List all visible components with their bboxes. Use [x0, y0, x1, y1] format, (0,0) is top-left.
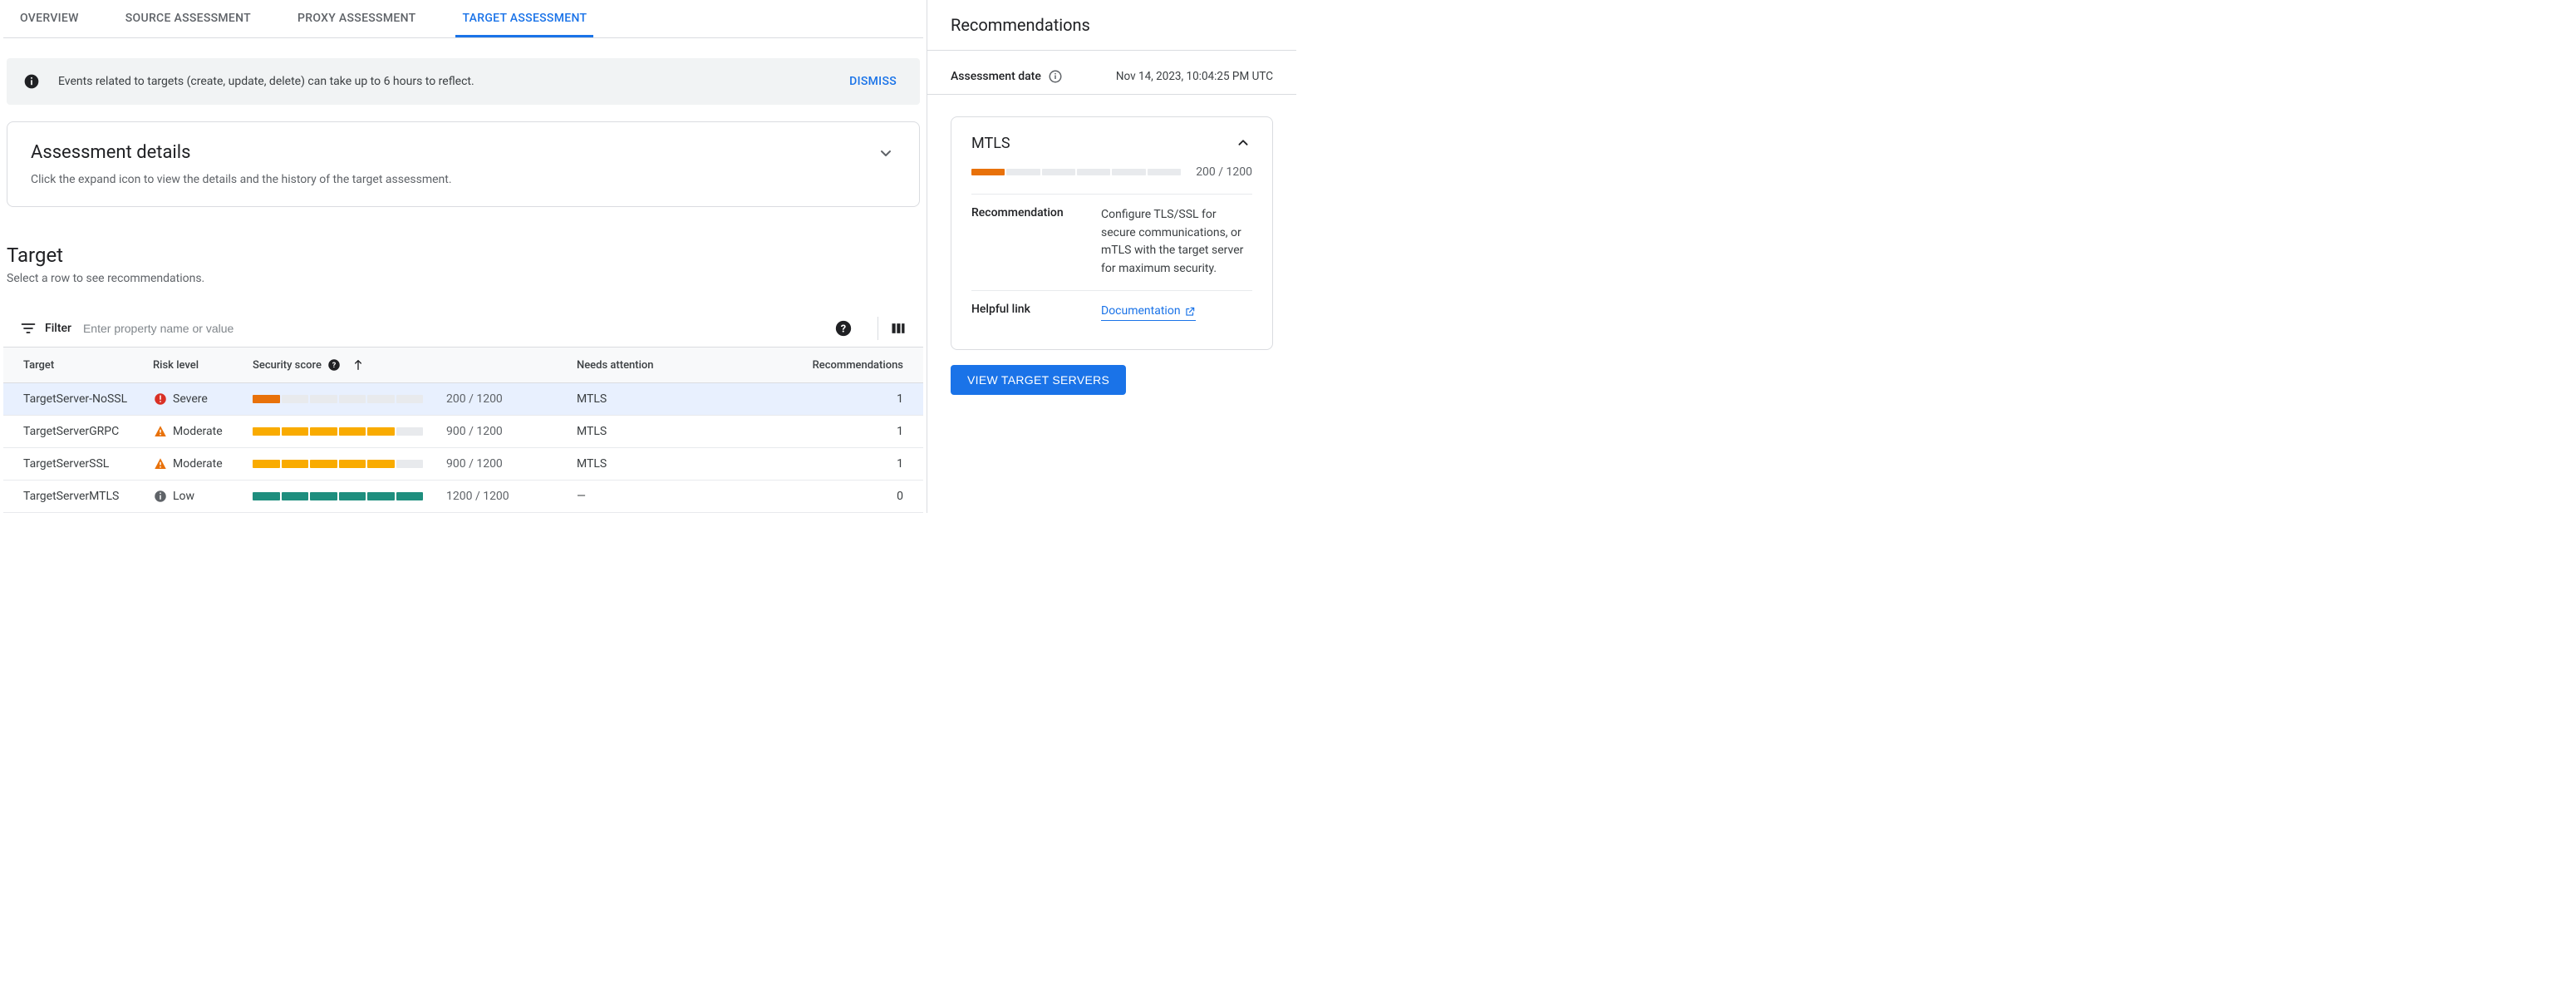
- score-bar: [253, 427, 423, 436]
- table-row[interactable]: TargetServerGRPCModerate900 / 1200MTLS1: [3, 416, 923, 448]
- th-risk[interactable]: Risk level: [146, 348, 246, 383]
- target-table: Target Risk level Security score ? Needs…: [3, 348, 923, 513]
- assessment-date-label: Assessment date: [951, 70, 1041, 83]
- svg-text:?: ?: [841, 323, 846, 336]
- assessment-details-title: Assessment details: [31, 142, 191, 163]
- tab-bar: OVERVIEW SOURCE ASSESSMENT PROXY ASSESSMEN…: [3, 0, 923, 38]
- collapse-icon[interactable]: [1234, 134, 1252, 152]
- th-score[interactable]: Security score ?: [246, 348, 570, 383]
- cell-recommendations: 0: [778, 481, 923, 513]
- tab-source-assessment[interactable]: SOURCE ASSESSMENT: [119, 0, 258, 37]
- table-row[interactable]: TargetServerSSLModerate900 / 1200MTLS1: [3, 448, 923, 481]
- external-link-icon: [1184, 306, 1196, 318]
- target-subtitle: Select a row to see recommendations.: [7, 272, 920, 285]
- card-score-text: 200 / 1200: [1196, 165, 1252, 179]
- tab-overview[interactable]: OVERVIEW: [13, 0, 86, 37]
- cell-target: TargetServerGRPC: [3, 416, 146, 448]
- info-icon: [23, 73, 40, 90]
- cell-score: 1200 / 1200: [246, 481, 570, 513]
- moderate-icon: [153, 456, 168, 471]
- cell-risk: Low: [146, 481, 246, 513]
- th-target[interactable]: Target: [3, 348, 146, 383]
- cell-recommendations: 1: [778, 416, 923, 448]
- info-icon[interactable]: [1048, 69, 1063, 84]
- banner-text: Events related to targets (create, updat…: [58, 75, 843, 88]
- tab-target-assessment[interactable]: TARGET ASSESSMENT: [455, 0, 593, 37]
- filter-icon: [20, 320, 37, 337]
- score-bar: [971, 169, 1181, 175]
- score-bar: [253, 460, 423, 468]
- cell-risk: Severe: [146, 383, 246, 416]
- cell-score: 900 / 1200: [246, 416, 570, 448]
- cell-needs: MTLS: [570, 416, 778, 448]
- assessment-details-subtitle: Click the expand icon to view the detail…: [31, 173, 896, 186]
- cell-target: TargetServerMTLS: [3, 481, 146, 513]
- score-bar: [253, 395, 423, 403]
- columns-icon[interactable]: [890, 320, 907, 337]
- score-bar: [253, 492, 423, 500]
- cell-needs: —: [570, 481, 778, 513]
- help-icon[interactable]: ?: [327, 357, 342, 372]
- recommendation-card-title: MTLS: [971, 135, 1010, 152]
- recommendations-heading: Recommendations: [927, 0, 1296, 51]
- moderate-icon: [153, 424, 168, 439]
- cell-risk: Moderate: [146, 448, 246, 481]
- cell-target: TargetServerSSL: [3, 448, 146, 481]
- assessment-date-value: Nov 14, 2023, 10:04:25 PM UTC: [1116, 70, 1273, 83]
- view-target-servers-button[interactable]: VIEW TARGET SERVERS: [951, 365, 1126, 395]
- filter-input[interactable]: [83, 322, 834, 335]
- cell-recommendations: 1: [778, 383, 923, 416]
- recommendation-card: MTLS 200 / 1200 Recommendation Configure…: [951, 116, 1273, 350]
- dismiss-button[interactable]: DISMISS: [843, 71, 903, 91]
- documentation-link[interactable]: Documentation: [1101, 303, 1196, 322]
- th-rec[interactable]: Recommendations: [778, 348, 923, 383]
- recommendation-text: Configure TLS/SSL for secure communicati…: [1101, 206, 1252, 279]
- cell-needs: MTLS: [570, 448, 778, 481]
- tab-proxy-assessment[interactable]: PROXY ASSESSMENT: [291, 0, 422, 37]
- recommendation-label: Recommendation: [971, 206, 1088, 279]
- sort-ascending-icon: [351, 358, 365, 372]
- filter-bar: Filter ?: [3, 310, 923, 348]
- th-needs[interactable]: Needs attention: [570, 348, 778, 383]
- info-banner: Events related to targets (create, updat…: [7, 58, 920, 105]
- cell-risk: Moderate: [146, 416, 246, 448]
- cell-score: 200 / 1200: [246, 383, 570, 416]
- expand-icon[interactable]: [876, 143, 896, 163]
- table-row[interactable]: TargetServer-NoSSLSevere200 / 1200MTLS1: [3, 383, 923, 416]
- severe-icon: [153, 392, 168, 407]
- table-row[interactable]: TargetServerMTLSLow1200 / 1200—0: [3, 481, 923, 513]
- cell-score: 900 / 1200: [246, 448, 570, 481]
- assessment-details-card: Assessment details Click the expand icon…: [7, 121, 920, 207]
- cell-recommendations: 1: [778, 448, 923, 481]
- target-heading: Target: [7, 244, 920, 267]
- helpful-link-label: Helpful link: [971, 303, 1088, 322]
- filter-label: Filter: [45, 322, 71, 335]
- low-icon: [153, 489, 168, 504]
- cell-needs: MTLS: [570, 383, 778, 416]
- help-icon[interactable]: ?: [834, 319, 853, 338]
- svg-text:?: ?: [332, 362, 337, 370]
- cell-target: TargetServer-NoSSL: [3, 383, 146, 416]
